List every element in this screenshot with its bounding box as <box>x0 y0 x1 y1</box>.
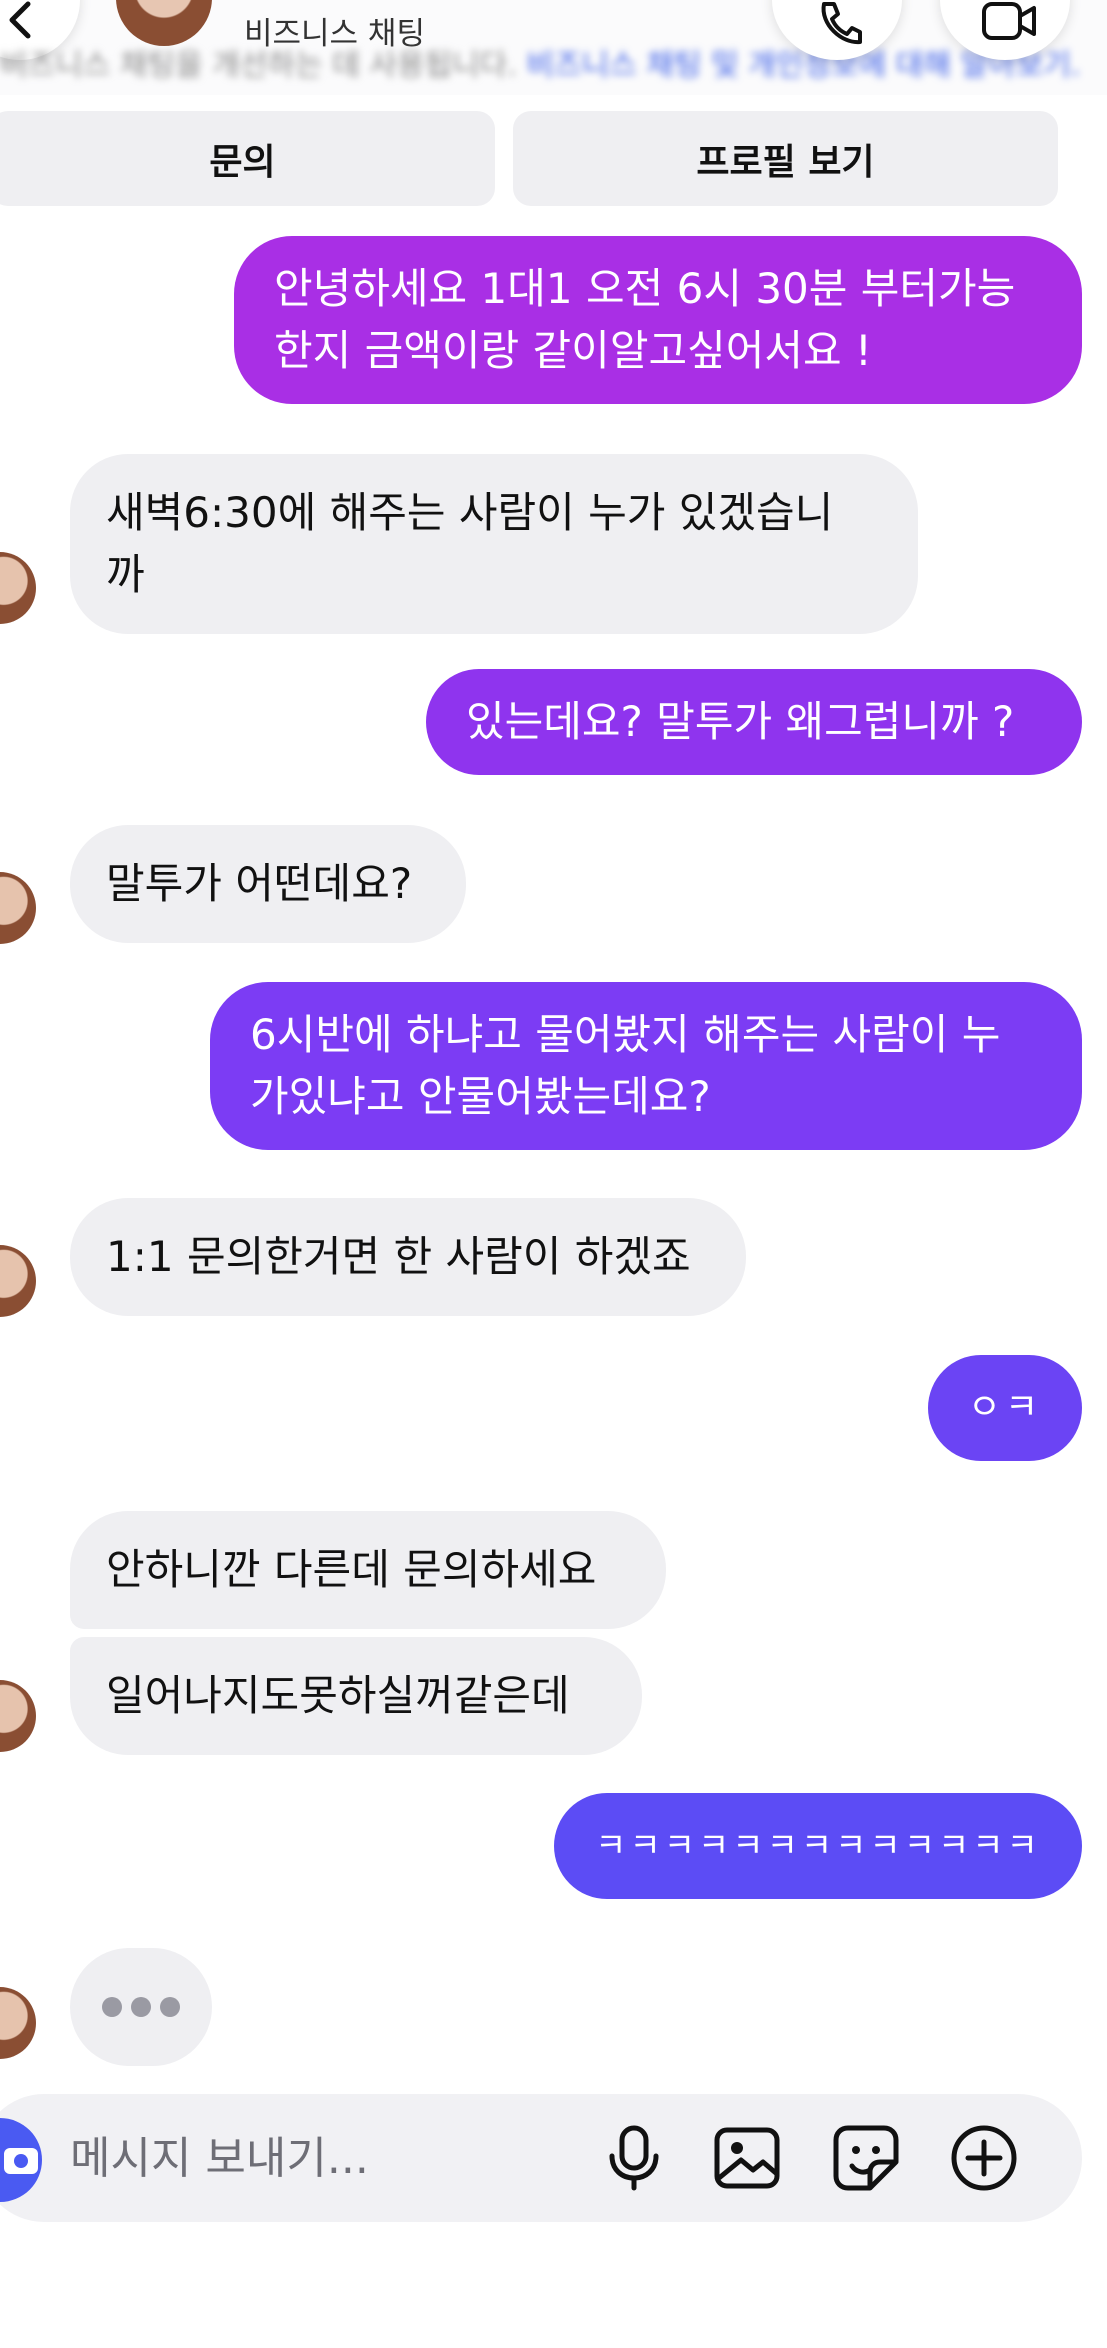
message-line: 있는데요? 말투가 왜그럽니까 ? <box>466 697 1015 746</box>
message-bubble-outgoing[interactable]: ㅇㅋ <box>928 1355 1082 1461</box>
typing-dot <box>160 1997 180 2017</box>
message-line: 6시반에 하냐고 물어봤지 해주는 사람이 누 <box>250 1010 1001 1059</box>
typing-dot <box>102 1997 122 2017</box>
inquiry-button[interactable]: 문의 <box>0 111 495 206</box>
typing-dot <box>131 1997 151 2017</box>
message-bubble-incoming[interactable]: 일어나지도못하실꺼같은데 <box>70 1637 642 1755</box>
message-line: 일어나지도못하실꺼같은데 <box>106 1671 570 1720</box>
sender-avatar[interactable] <box>0 1987 36 2059</box>
plus-circle-icon[interactable] <box>944 2118 1024 2198</box>
message-line: 가있냐고 안물어봤는데요? <box>250 1072 711 1121</box>
message-line: 안녕하세요 1대1 오전 6시 30분 부터가능 <box>274 264 1016 313</box>
message-bubble-incoming[interactable]: 말투가 어떤데요? <box>70 825 466 943</box>
image-icon[interactable] <box>707 2118 787 2198</box>
phone-icon <box>821 2 862 45</box>
message-line: 까 <box>106 550 145 599</box>
sender-avatar[interactable] <box>0 1245 36 1317</box>
message-line: 1:1 문의한거면 한 사람이 하겠죠 <box>106 1232 691 1281</box>
message-bubble-incoming[interactable]: 안하니깐 다른데 문의하세요 <box>70 1511 666 1629</box>
message-line: ㅇㅋ <box>967 1387 1043 1428</box>
video-camera-icon <box>982 2 1036 40</box>
message-bubble-outgoing[interactable]: 6시반에 하냐고 물어봤지 해주는 사람이 누 가있냐고 안물어봤는데요? <box>210 982 1082 1150</box>
message-line: 한지 금액이랑 같이알고싶어서요 ! <box>274 326 872 375</box>
message-bubble-incoming[interactable]: 1:1 문의한거면 한 사람이 하겠죠 <box>70 1198 746 1316</box>
sender-avatar[interactable] <box>0 872 36 944</box>
message-line: 말투가 어떤데요? <box>106 859 413 908</box>
microphone-icon[interactable] <box>594 2118 674 2198</box>
message-bubble-incoming[interactable]: 새벽6:30에 해주는 사람이 누가 있겠습니 까 <box>70 454 918 634</box>
notice-text: 비즈니스 채팅을 개선하는 데 사용됩니다. <box>0 48 517 80</box>
message-bubble-outgoing[interactable]: ㅋㅋㅋㅋㅋㅋㅋㅋㅋㅋㅋㅋㅋ <box>554 1793 1082 1899</box>
message-input[interactable] <box>70 2125 570 2191</box>
camera-icon <box>4 2148 38 2174</box>
message-line: ㅋㅋㅋㅋㅋㅋㅋㅋㅋㅋㅋㅋㅋ <box>595 1826 1041 1866</box>
message-bubble-outgoing[interactable]: 있는데요? 말투가 왜그럽니까 ? <box>426 669 1082 775</box>
view-profile-button[interactable]: 프로필 보기 <box>513 111 1058 206</box>
chat-header: 비즈니스 채팅 비즈니스 채팅을 개선하는 데 사용됩니다. 비즈니스 채팅 및… <box>0 0 1107 95</box>
typing-indicator <box>70 1948 212 2066</box>
business-chat-notice: 비즈니스 채팅을 개선하는 데 사용됩니다. 비즈니스 채팅 및 개인정보에 대… <box>0 40 1107 80</box>
sender-avatar[interactable] <box>0 552 36 624</box>
message-line: 안하니깐 다른데 문의하세요 <box>106 1545 597 1594</box>
sticker-icon[interactable] <box>826 2118 906 2198</box>
sender-avatar[interactable] <box>0 1680 36 1752</box>
chevron-left-icon <box>9 1 31 39</box>
message-bubble-outgoing[interactable]: 안녕하세요 1대1 오전 6시 30분 부터가능 한지 금액이랑 같이알고싶어서… <box>234 236 1082 404</box>
message-line: 새벽6:30에 해주는 사람이 누가 있겠습니 <box>106 488 834 537</box>
